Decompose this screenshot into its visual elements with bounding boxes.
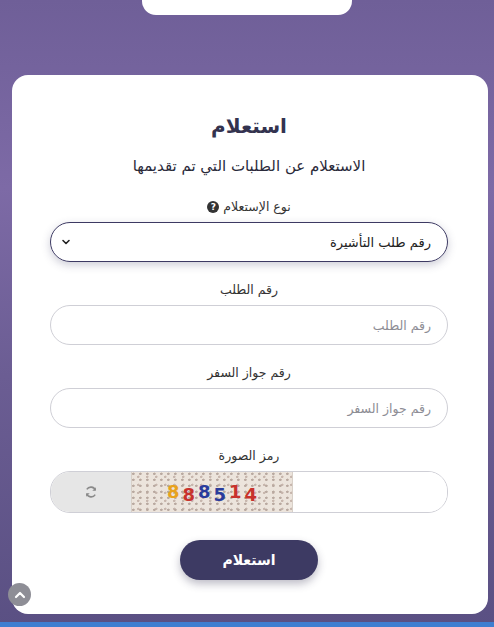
bottom-strip <box>0 622 494 627</box>
inquiry-type-group: ?نوع الإستعلام رقم طلب التأشيرة <box>50 199 448 262</box>
chevron-down-icon <box>61 237 71 247</box>
captcha-input[interactable] <box>293 472 447 512</box>
captcha-label: رمز الصورة <box>50 448 448 464</box>
text-input[interactable] <box>50 305 448 345</box>
inquiry-type-label: ?نوع الإستعلام <box>50 199 448 215</box>
help-icon[interactable]: ? <box>207 201 219 213</box>
field-group: رقم الطلب <box>50 282 448 345</box>
captcha-group: رمز الصورة 888514 <box>50 448 448 513</box>
field-label: رقم جواز السفر <box>50 365 448 381</box>
card-subtitle: الاستعلام عن الطلبات التي تم تقديمها <box>50 155 448 177</box>
top-tab <box>142 0 352 15</box>
page: استعلام الاستعلام عن الطلبات التي تم تقدي… <box>0 0 494 627</box>
field-label: رقم الطلب <box>50 282 448 298</box>
chevron-up-icon <box>13 588 27 602</box>
refresh-icon <box>84 485 98 499</box>
submit-button[interactable]: استعلام <box>180 540 318 580</box>
text-input[interactable] <box>50 388 448 428</box>
refresh-captcha-button[interactable] <box>51 472 131 512</box>
captcha-image: 888514 <box>131 472 293 512</box>
inquiry-card: استعلام الاستعلام عن الطلبات التي تم تقدي… <box>12 75 488 614</box>
card-title: استعلام <box>50 111 448 141</box>
field-group: رقم جواز السفر <box>50 365 448 428</box>
captcha-row: 888514 <box>50 471 448 513</box>
scroll-top-button[interactable] <box>8 583 31 606</box>
inquiry-type-select[interactable]: رقم طلب التأشيرة <box>50 222 448 262</box>
